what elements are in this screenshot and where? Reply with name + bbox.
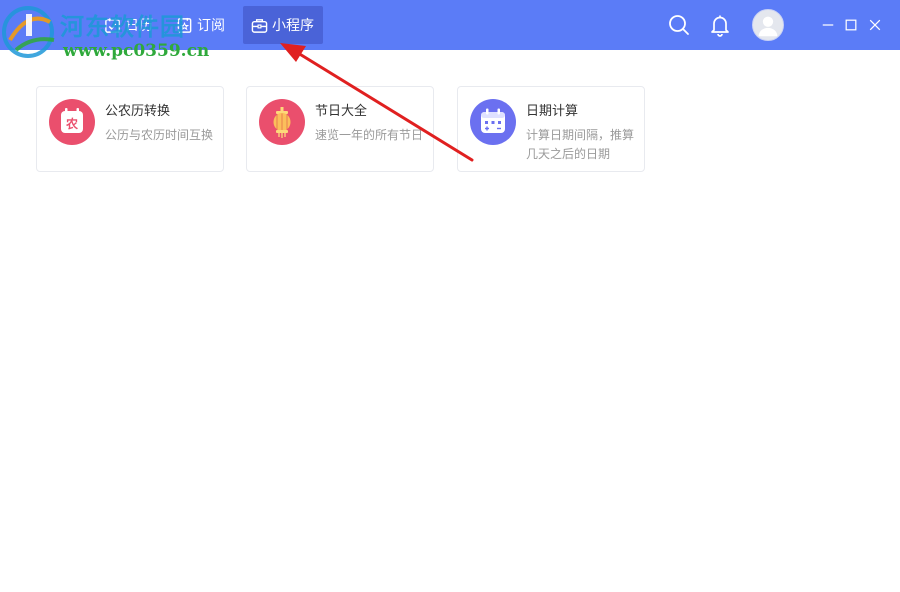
lunar-icon-char: 农	[65, 116, 78, 131]
top-bar: 日历 订阅 小程序	[0, 0, 900, 50]
tab-mini-programs-label: 小程序	[272, 18, 314, 34]
search-icon[interactable]	[668, 14, 690, 36]
card-title: 日期计算	[526, 104, 579, 119]
user-avatar-icon	[758, 16, 778, 37]
card-title: 节日大全	[315, 104, 368, 119]
tab-mini-programs[interactable]: 小程序	[243, 6, 323, 44]
close-icon[interactable]	[867, 17, 883, 33]
card-desc: 计算日期间隔，推算几天之后的日期	[526, 128, 635, 161]
card-desc: 速览一年的所有节日	[315, 128, 424, 142]
card-desc: 公历与农历时间互换	[105, 128, 214, 142]
subscribe-icon	[177, 17, 192, 33]
minimize-icon[interactable]	[820, 17, 836, 33]
tab-calendar[interactable]: 日历	[96, 6, 161, 44]
tab-subscribe[interactable]: 订阅	[168, 6, 233, 44]
card-date-calculator[interactable]: 日期计算 计算日期间隔，推算几天之后的日期	[457, 86, 645, 172]
tab-calendar-label: 日历	[125, 18, 153, 34]
card-title: 公农历转换	[105, 104, 171, 119]
card-festivals[interactable]: 节日大全 速览一年的所有节日	[246, 86, 434, 172]
lunar-calendar-icon: 农	[49, 99, 95, 145]
card-lunar-converter[interactable]: 农 公农历转换 公历与农历时间互换	[36, 86, 224, 172]
bell-icon[interactable]	[709, 13, 731, 37]
maximize-icon[interactable]	[843, 17, 859, 33]
lantern-icon	[259, 99, 305, 145]
user-avatar[interactable]	[752, 9, 784, 41]
toolbox-icon	[251, 18, 268, 33]
tab-subscribe-label: 订阅	[197, 18, 225, 34]
calendar-check-icon	[105, 17, 120, 33]
date-calculator-icon	[470, 99, 516, 145]
